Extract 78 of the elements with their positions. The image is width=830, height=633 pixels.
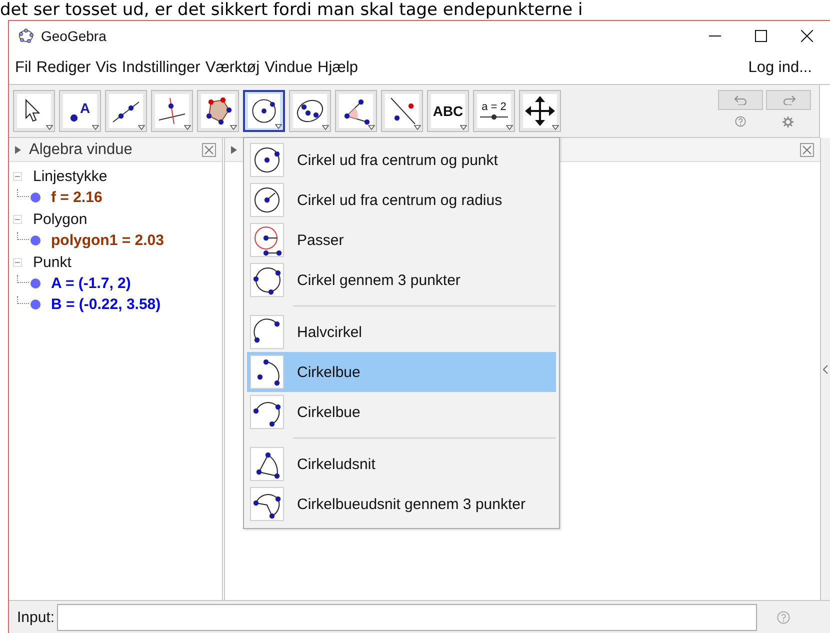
- login-link[interactable]: Log ind...: [746, 58, 814, 76]
- dropdown-triangle-icon: [322, 125, 329, 130]
- settings-icon[interactable]: [782, 116, 794, 128]
- algebra-entry[interactable]: B = (-0.22, 3.58): [51, 296, 161, 313]
- menu-item[interactable]: Cirkelbue: [247, 392, 556, 432]
- menu-item[interactable]: Halvcirkel: [247, 312, 556, 352]
- dropdown-triangle-icon: [460, 125, 467, 130]
- tool-button[interactable]: [381, 90, 423, 132]
- menu-item[interactable]: Cirkelbueudsnit gennem 3 punkter: [247, 484, 556, 524]
- tool-button[interactable]: [243, 90, 285, 132]
- point-icon: [70, 114, 78, 122]
- dropdown-triangle-icon: [138, 125, 145, 130]
- menu-item[interactable]: Værktøj: [203, 58, 262, 76]
- tool-button[interactable]: [335, 90, 377, 132]
- menu-item[interactable]: Cirkelbue: [247, 352, 556, 392]
- dropdown-triangle-icon: [46, 125, 53, 130]
- visibility-dot-icon[interactable]: [30, 235, 41, 246]
- dropdown-triangle-icon: [414, 125, 421, 130]
- close-panel-icon[interactable]: [800, 142, 814, 156]
- menu-item[interactable]: Vindue: [262, 58, 315, 76]
- category-label: Punkt: [33, 254, 72, 270]
- tool-button[interactable]: a = 2: [473, 90, 515, 132]
- dropdown-triangle-icon: [230, 125, 237, 130]
- collapse-toggle[interactable]: [13, 258, 22, 266]
- pointer-icon: [17, 94, 51, 128]
- visibility-dot-icon[interactable]: [30, 278, 41, 289]
- collapse-triangle-icon[interactable]: [231, 146, 237, 154]
- visibility-dot-icon[interactable]: [30, 192, 41, 203]
- tool-button[interactable]: [105, 90, 147, 132]
- input-field[interactable]: [56, 604, 757, 630]
- maximize-icon[interactable]: [755, 30, 767, 42]
- menu-item[interactable]: Hjælp: [316, 58, 360, 76]
- tool-button[interactable]: [289, 90, 331, 132]
- menu-item[interactable]: Indstillinger: [120, 58, 202, 76]
- polygon-icon: [201, 94, 235, 128]
- menu-item[interactable]: Cirkeludsnit: [247, 444, 556, 484]
- category-label: Linjestykke: [33, 168, 108, 184]
- tool-button[interactable]: ABC: [427, 90, 469, 132]
- menu-item[interactable]: Cirkel gennem 3 punkter: [247, 260, 556, 300]
- tool-button[interactable]: [197, 90, 239, 132]
- tool-button[interactable]: [519, 90, 561, 132]
- panel-title: Algebra vindue: [29, 140, 132, 158]
- tool-button[interactable]: [13, 90, 55, 132]
- close-icon[interactable]: [801, 30, 813, 42]
- expand-arrow-icon[interactable]: [823, 364, 828, 374]
- collapse-triangle-icon[interactable]: [15, 146, 21, 154]
- algebra-entry[interactable]: polygon1 = 2.03: [51, 232, 164, 249]
- menu-item[interactable]: Cirkel ud fra centrum og radius: [247, 180, 556, 220]
- tool-button[interactable]: [151, 90, 193, 132]
- slider-track-icon: [479, 113, 509, 121]
- menu-item[interactable]: Passer: [247, 220, 556, 260]
- input-label: Input:: [17, 608, 55, 626]
- dropdown-triangle-icon: [368, 125, 375, 130]
- document-text: det ser tosset ud, er det sikkert fordi man skal tage endepunkterne i: [0, 0, 583, 20]
- dropdown-triangle-icon: [275, 124, 282, 129]
- redo-arrow-icon: [782, 95, 796, 105]
- category-label: Polygon: [33, 210, 88, 228]
- geogebra-logo-icon: [18, 28, 34, 44]
- reflect-icon: [385, 94, 419, 128]
- menu-item[interactable]: Rediger: [34, 58, 93, 76]
- algebra-entry[interactable]: A = (-1.7, 2): [51, 275, 131, 292]
- menu-item[interactable]: Cirkel ud fra centrum og punkt: [247, 140, 556, 180]
- collapse-toggle[interactable]: [13, 172, 22, 180]
- dropdown-triangle-icon: [552, 125, 559, 130]
- close-panel-icon[interactable]: [202, 142, 216, 156]
- window-title: GeoGebra: [41, 28, 106, 44]
- collapse-toggle[interactable]: [13, 214, 22, 224]
- tool-button[interactable]: A: [59, 90, 101, 132]
- menu-item[interactable]: Fil: [13, 58, 34, 76]
- dropdown-triangle-icon: [92, 125, 99, 130]
- undo-arrow-icon: [734, 95, 748, 105]
- move-view-icon: [523, 94, 557, 128]
- algebra-entry[interactable]: f = 2.16: [51, 189, 102, 206]
- dropdown-triangle-icon: [506, 125, 513, 130]
- dropdown-triangle-icon: [184, 125, 191, 130]
- visibility-dot-icon[interactable]: [30, 299, 41, 310]
- angle-icon: [339, 94, 373, 128]
- menu-item[interactable]: Vis: [94, 58, 119, 76]
